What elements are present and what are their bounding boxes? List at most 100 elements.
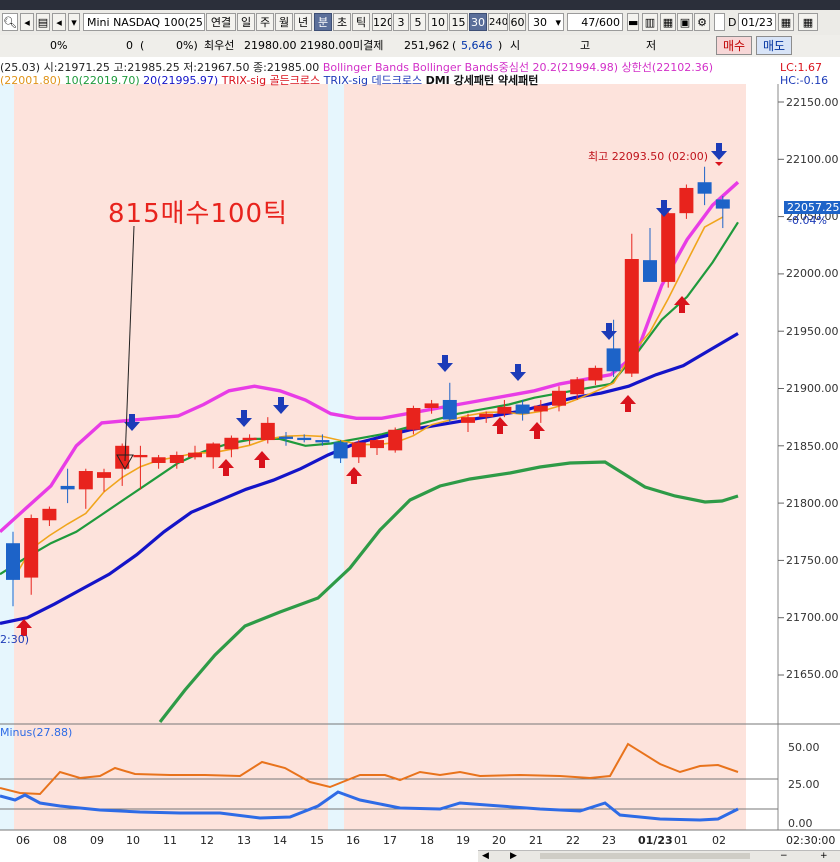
price-chart[interactable] [0, 57, 840, 861]
legend-ma20: 20(21995.97) [143, 74, 219, 87]
price-label: 21900.00 [786, 382, 839, 395]
x-label: 02 [712, 834, 726, 847]
candle-up [479, 413, 494, 418]
quote-bar: 0% 0 ( 0%) 최우선 21980.00 21980.00 미결제 251… [0, 35, 840, 58]
sell-button[interactable]: 매도 [756, 36, 792, 55]
sub-panel-label: 25.00 [788, 778, 820, 791]
date-checkbox[interactable] [714, 13, 725, 31]
legend-ma10: 10(22019.70) [64, 74, 140, 87]
legend-ohlc: (25.03) 시:21971.25 고:21985.25 저:21967.50… [0, 61, 320, 74]
scroll-track[interactable] [540, 853, 750, 859]
count-total: /600 [595, 16, 620, 29]
oi-paren-close: ) [498, 39, 503, 52]
symbol-field[interactable]: Mini NASDAQ 100(25.0 [83, 13, 205, 31]
list-icon[interactable]: ▤ [36, 13, 50, 31]
candle-up [679, 187, 694, 214]
candle-up [588, 367, 603, 381]
x-label: 20 [492, 834, 506, 847]
minus-button[interactable]: ▬ [627, 13, 639, 31]
x-label: 01 [674, 834, 688, 847]
x-label: 17 [383, 834, 397, 847]
candle-up [42, 508, 57, 521]
x-label: 18 [420, 834, 434, 847]
current-change: -0.04% [788, 214, 827, 227]
interval-5[interactable]: 5 [410, 13, 426, 31]
period-tick[interactable]: 틱 [352, 13, 370, 31]
candle-up [533, 405, 548, 412]
x-label: 10 [126, 834, 140, 847]
x-label: 23 [602, 834, 616, 847]
period-minute[interactable]: 분 [314, 13, 332, 31]
period-year[interactable]: 년 [294, 13, 312, 31]
high-label: 고 [580, 39, 591, 52]
open-interest-label: 미결제 [353, 39, 384, 52]
date-field[interactable]: 01/23 [738, 13, 776, 31]
price-label: 21650.00 [786, 668, 839, 681]
sub-panel-label: 0.00 [788, 817, 813, 830]
bar-chart-icon[interactable]: ▥ [642, 13, 658, 31]
low-label: 저 [646, 39, 657, 52]
price-label: 21750.00 [786, 554, 839, 567]
save-icon[interactable]: ▣ [677, 13, 693, 31]
interval-120[interactable]: 120 [372, 13, 392, 31]
open-label: 시 [510, 39, 521, 52]
scroll-right-button[interactable]: ▶ [510, 851, 520, 861]
period-week[interactable]: 주 [256, 13, 274, 31]
candle-up [242, 437, 257, 441]
link-button[interactable]: 연결 [206, 13, 236, 31]
scroll-left-button[interactable]: ◀ [482, 851, 492, 861]
interval-240[interactable]: 240 [488, 13, 508, 31]
candle-up [424, 403, 439, 408]
price-label: 21800.00 [786, 497, 839, 510]
sound-icon[interactable]: ◂ [52, 13, 66, 31]
x-label: 11 [163, 834, 177, 847]
interval-15[interactable]: 15 [449, 13, 468, 31]
period-month[interactable]: 월 [275, 13, 293, 31]
interval-60[interactable]: 60 [509, 13, 526, 31]
open-interest-change: 5,646 [461, 39, 493, 52]
legend-row-2: (22001.80) 10(22019.70) 20(21995.97) TRI… [0, 74, 538, 88]
count-field[interactable]: 47/600 [567, 13, 623, 31]
period-second[interactable]: 초 [333, 13, 351, 31]
best-ask: 21980.00 [300, 39, 353, 52]
candle-up [661, 213, 676, 282]
calendar-icon[interactable]: ▦ [778, 13, 794, 31]
interval-select[interactable]: 30 ▾ [528, 13, 564, 31]
legend-hc: HC:-0.16 [780, 74, 829, 87]
chart-toolbar: 🔍︎ ◂ ▤ ◂ ▾ Mini NASDAQ 100(25.0 연결 일 주 월… [0, 10, 840, 36]
candle-down [715, 199, 730, 209]
candle-down [442, 399, 457, 420]
candle-down [515, 404, 530, 414]
candle-down [60, 485, 75, 490]
grid-icon[interactable]: ▦ [798, 13, 818, 31]
search-icon[interactable]: 🔍︎ [2, 13, 18, 31]
candle-up [388, 429, 403, 451]
x-label: 09 [90, 834, 104, 847]
legend-bb-upper: 상한선(22102.36) [621, 61, 713, 74]
price-label: 22150.00 [786, 96, 839, 109]
oi-paren-open: ( [452, 39, 457, 52]
candle-down [333, 442, 348, 459]
price-label: 21700.00 [786, 611, 839, 624]
price-label: 22000.00 [786, 267, 839, 280]
buy-button[interactable]: 매수 [716, 36, 752, 55]
period-day[interactable]: 일 [237, 13, 255, 31]
zoom-in-button[interactable]: + [820, 851, 830, 861]
gear-icon[interactable]: ⚙ [694, 13, 710, 31]
x-label: 16 [346, 834, 360, 847]
candle-up [461, 417, 475, 423]
prev-icon[interactable]: ◂ [20, 13, 34, 31]
interval-3[interactable]: 3 [393, 13, 409, 31]
candle-up [169, 454, 184, 463]
price-axis-bg [778, 84, 840, 830]
dropdown-icon[interactable]: ▾ [68, 13, 80, 31]
layout-icon[interactable]: ▦ [660, 13, 676, 31]
candle-down [297, 437, 312, 441]
x-label: 13 [237, 834, 251, 847]
interval-10[interactable]: 10 [428, 13, 448, 31]
legend-dmi: DMI 강세패턴 약세패턴 [425, 74, 539, 87]
zoom-out-button[interactable]: − [780, 851, 790, 861]
candle-up [151, 457, 166, 463]
candle-up [624, 259, 639, 374]
interval-30[interactable]: 30 [469, 13, 487, 31]
